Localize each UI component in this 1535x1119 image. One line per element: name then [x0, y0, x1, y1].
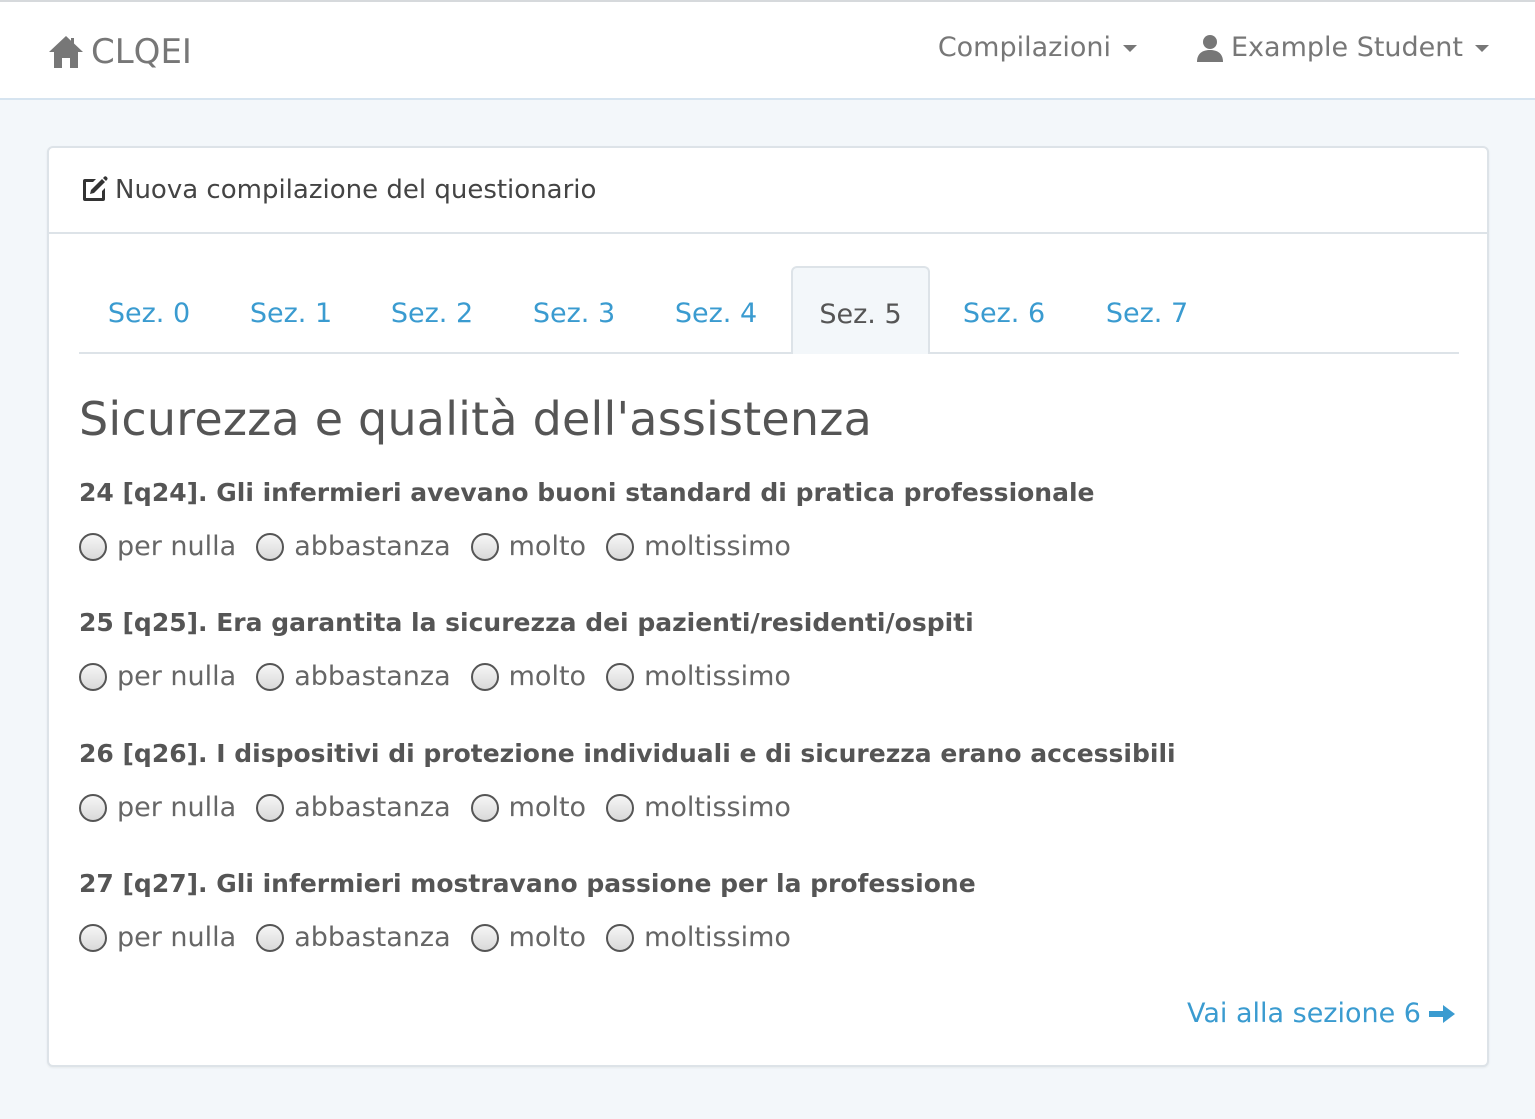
caret-down-icon: [1122, 45, 1137, 52]
radio-button[interactable]: [470, 923, 499, 952]
option-label: molto: [508, 531, 587, 562]
option-label: abbastanza: [294, 922, 451, 953]
question-label: 27 [q27]. Gli infermieri mostravano pass…: [79, 869, 976, 898]
compilazioni-label: Compilazioni: [937, 32, 1111, 63]
question-q24: 24 [q24]. Gli infermieri avevano buoni s…: [79, 478, 1095, 562]
radio-button[interactable]: [470, 662, 499, 691]
option-molto[interactable]: molto: [470, 922, 587, 953]
option-moltissimo[interactable]: moltissimo: [606, 661, 791, 692]
navbar-right: Compilazioni Example Student: [938, 32, 1489, 63]
brand-label: CLQEI: [91, 32, 192, 72]
option-label: moltissimo: [644, 531, 791, 562]
panel-heading-text: Nuova compilazione del questionario: [115, 175, 597, 205]
radio-group-q25: per nulla abbastanza molto moltissimo: [79, 661, 974, 692]
option-label: per nulla: [117, 792, 237, 823]
radio-group-q24: per nulla abbastanza molto moltissimo: [79, 531, 1095, 562]
radio-button[interactable]: [470, 793, 499, 822]
tab-sez-1[interactable]: Sez. 1: [231, 266, 351, 354]
option-molto[interactable]: molto: [470, 792, 587, 823]
radio-button[interactable]: [79, 923, 107, 952]
tab-sez-7[interactable]: Sez. 7: [1087, 266, 1207, 354]
tab-sez-0[interactable]: Sez. 0: [89, 266, 209, 354]
user-name: Example Student: [1230, 32, 1463, 63]
option-label: per nulla: [117, 661, 237, 692]
arrow-right-icon: [1427, 1002, 1457, 1026]
option-per-nulla[interactable]: per nulla: [79, 661, 236, 692]
radio-button[interactable]: [606, 662, 635, 691]
question-q25: 25 [q25]. Era garantita la sicurezza dei…: [79, 608, 974, 692]
radio-button[interactable]: [606, 793, 635, 822]
radio-group-q26: per nulla abbastanza molto moltissimo: [79, 792, 1176, 823]
question-label: 24 [q24]. Gli infermieri avevano buoni s…: [79, 478, 1095, 507]
option-label: moltissimo: [644, 661, 791, 692]
radio-button[interactable]: [256, 662, 285, 691]
user-dropdown[interactable]: Example Student: [1195, 32, 1489, 63]
option-label: abbastanza: [294, 531, 451, 562]
brand-link[interactable]: CLQEI: [47, 30, 192, 74]
option-abbastanza[interactable]: abbastanza: [256, 922, 451, 953]
question-label: 26 [q26]. I dispositivi di protezione in…: [79, 739, 1176, 768]
radio-button[interactable]: [79, 532, 107, 561]
option-per-nulla[interactable]: per nulla: [79, 531, 236, 562]
radio-group-q27: per nulla abbastanza molto moltissimo: [79, 922, 976, 953]
option-molto[interactable]: molto: [470, 661, 587, 692]
option-label: abbastanza: [294, 661, 451, 692]
section-title: Sicurezza e qualità dell'assistenza: [79, 392, 872, 446]
tab-sez-3[interactable]: Sez. 3: [514, 266, 634, 354]
compilazioni-dropdown[interactable]: Compilazioni: [938, 32, 1137, 63]
radio-button[interactable]: [256, 923, 285, 952]
option-label: abbastanza: [294, 792, 451, 823]
option-per-nulla[interactable]: per nulla: [79, 792, 236, 823]
panel-heading: Nuova compilazione del questionario: [49, 148, 1487, 234]
edit-icon: [79, 175, 109, 205]
option-label: molto: [508, 661, 587, 692]
caret-down-icon: [1475, 45, 1489, 52]
radio-button[interactable]: [256, 793, 285, 822]
option-per-nulla[interactable]: per nulla: [79, 922, 236, 953]
option-moltissimo[interactable]: moltissimo: [606, 922, 791, 953]
questionnaire-panel: Nuova compilazione del questionario Sez.…: [47, 146, 1489, 1067]
tab-sez-6[interactable]: Sez. 6: [944, 266, 1064, 354]
option-label: molto: [508, 792, 587, 823]
option-moltissimo[interactable]: moltissimo: [606, 792, 791, 823]
home-icon: [47, 33, 85, 71]
option-abbastanza[interactable]: abbastanza: [256, 531, 451, 562]
question-label: 25 [q25]. Era garantita la sicurezza dei…: [79, 608, 974, 637]
option-label: moltissimo: [644, 922, 791, 953]
option-label: per nulla: [117, 531, 237, 562]
radio-button[interactable]: [606, 923, 635, 952]
option-label: moltissimo: [644, 792, 791, 823]
next-section-link[interactable]: Vai alla sezione 6: [1187, 998, 1457, 1029]
radio-button[interactable]: [470, 532, 499, 561]
radio-button[interactable]: [79, 662, 107, 691]
user-icon: [1195, 33, 1225, 63]
option-label: per nulla: [117, 922, 237, 953]
navbar: CLQEI Compilazioni Example Student: [0, 0, 1535, 100]
question-q26: 26 [q26]. I dispositivi di protezione in…: [79, 739, 1176, 823]
option-molto[interactable]: molto: [470, 531, 587, 562]
tab-sez-2[interactable]: Sez. 2: [372, 266, 492, 354]
option-abbastanza[interactable]: abbastanza: [256, 661, 451, 692]
tab-sez-5[interactable]: Sez. 5: [791, 266, 930, 354]
option-abbastanza[interactable]: abbastanza: [256, 792, 451, 823]
radio-button[interactable]: [256, 532, 285, 561]
radio-button[interactable]: [606, 532, 635, 561]
option-label: molto: [508, 922, 587, 953]
option-moltissimo[interactable]: moltissimo: [606, 531, 791, 562]
next-section-label: Vai alla sezione 6: [1186, 998, 1421, 1029]
section-tabs: Sez. 0 Sez. 1 Sez. 2 Sez. 3 Sez. 4 Sez. …: [79, 266, 1459, 354]
tab-sez-4[interactable]: Sez. 4: [656, 266, 776, 354]
question-q27: 27 [q27]. Gli infermieri mostravano pass…: [79, 869, 976, 953]
radio-button[interactable]: [79, 793, 107, 822]
